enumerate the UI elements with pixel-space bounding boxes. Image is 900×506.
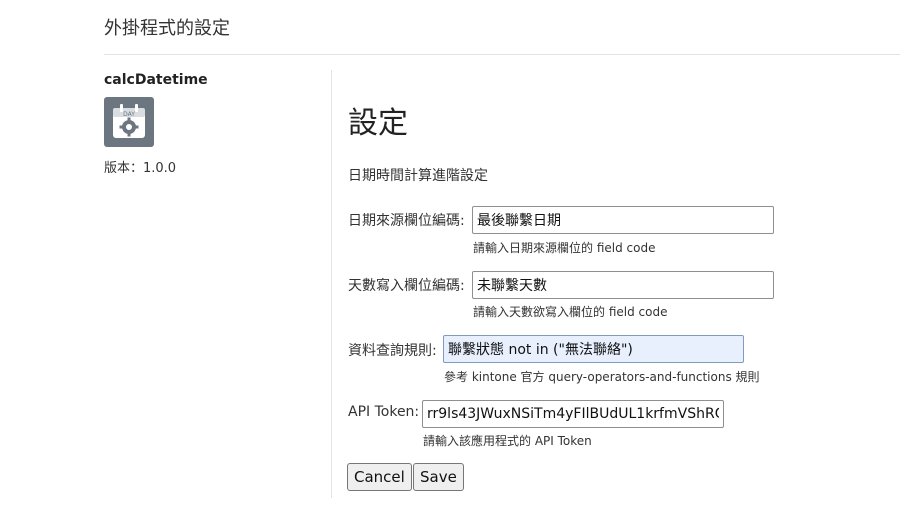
save-button[interactable]: Save [413,463,464,491]
column-divider [331,70,332,498]
svg-text:DAY: DAY [123,111,135,118]
header-divider [104,54,900,55]
query-rule-input[interactable] [443,335,744,363]
plugin-name: calcDatetime [104,72,208,88]
days-target-field-hint: 請輸入天數欲寫入欄位的 field code [473,305,668,319]
page-title: 外掛程式的設定 [104,18,230,39]
date-source-field-label: 日期來源欄位編碼: [348,213,465,229]
days-target-field-label: 天數寫入欄位編碼: [348,278,465,294]
plugin-version: 版本：1.0.0 [104,161,177,176]
api-token-label: API Token: [348,404,420,420]
days-target-field-input[interactable] [472,271,774,299]
calendar-gear-icon: DAY [104,97,154,147]
settings-title: 設定 [348,106,408,141]
date-source-field-input[interactable] [472,206,774,234]
query-rule-hint: 參考 kintone 官方 query-operators-and-functi… [444,370,760,384]
date-source-field-hint: 請輸入日期來源欄位的 field code [473,241,656,255]
api-token-input[interactable] [422,400,724,428]
query-rule-label: 資料查詢規則: [348,343,437,359]
cancel-button[interactable]: Cancel [347,463,412,491]
settings-description: 日期時間計算進階設定 [348,168,488,184]
api-token-hint: 請輸入該應用程式的 API Token [423,434,592,448]
